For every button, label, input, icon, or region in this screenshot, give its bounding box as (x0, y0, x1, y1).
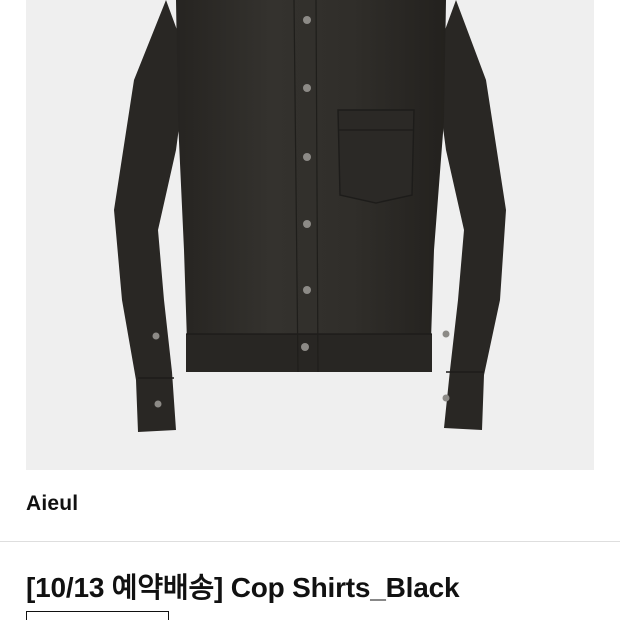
product-title: [10/13 예약배송] Cop Shirts_Black (26, 572, 460, 603)
shirt-illustration (114, 0, 506, 432)
product-badge (26, 611, 169, 620)
section-divider (0, 541, 620, 542)
left-sleeve (114, 0, 188, 432)
product-detail-page: Aieul [10/13 예약배송] Cop Shirts_Black (0, 0, 620, 620)
brand-name[interactable]: Aieul (26, 492, 78, 516)
product-image[interactable] (26, 0, 594, 470)
